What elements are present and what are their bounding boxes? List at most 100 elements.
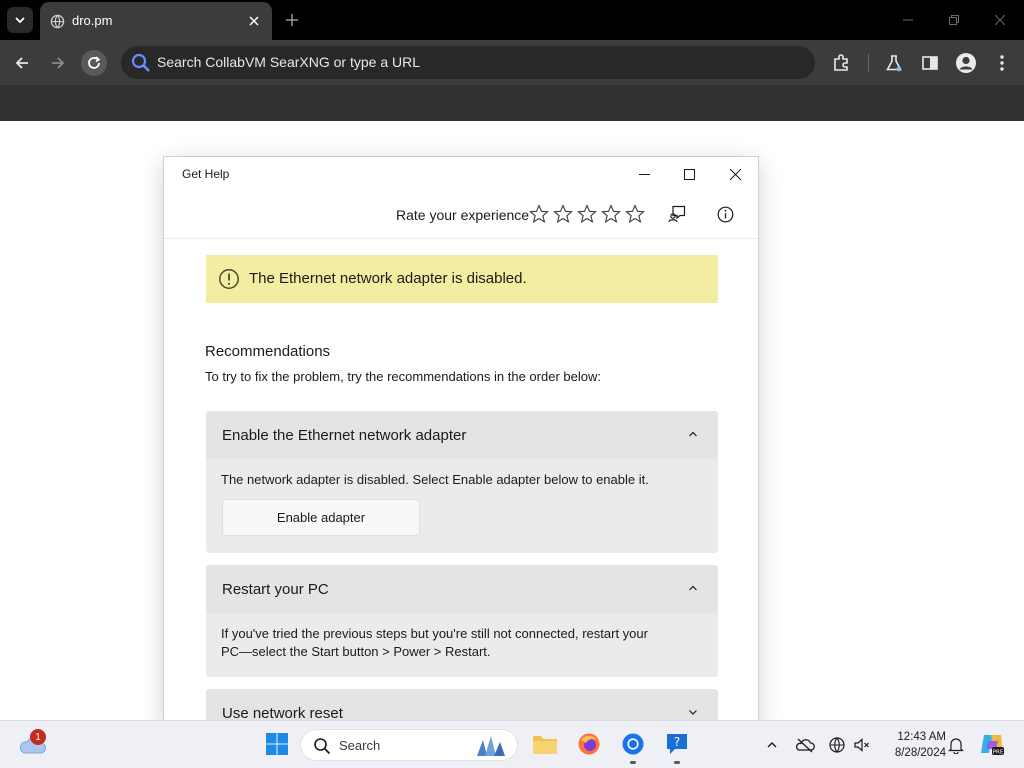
back-arrow-icon [15, 57, 28, 69]
close-icon [249, 16, 259, 26]
status-banner: The Ethernet network adapter is disabled… [206, 255, 718, 303]
chrome-running-indicator [630, 761, 636, 764]
chrome-button[interactable] [618, 729, 648, 759]
firefox-button[interactable] [574, 729, 604, 759]
card-title: Restart your PC [222, 581, 329, 598]
windows-logo-icon [266, 733, 288, 755]
side-panel-button[interactable] [918, 51, 942, 75]
restore-button[interactable] [944, 10, 964, 30]
new-tab-button[interactable] [282, 10, 302, 30]
show-hidden-icons-button[interactable] [762, 735, 782, 755]
volume-muted-icon [854, 738, 869, 752]
chevron-up-icon [689, 585, 697, 591]
file-explorer-button[interactable] [530, 729, 560, 759]
minimize-icon [903, 19, 913, 21]
minimize-button[interactable] [898, 10, 918, 30]
search-icon [131, 53, 150, 72]
clock[interactable]: 12:43 AM 8/28/2024 [880, 729, 946, 761]
back-button[interactable] [9, 50, 35, 76]
browser-tab[interactable]: dro.pm [40, 2, 272, 40]
recommendations-heading: Recommendations [205, 343, 331, 360]
taskbar-search[interactable]: Search [300, 729, 518, 761]
recommendation-card-restart-pc: Restart your PC If you've tried the prev… [206, 565, 718, 677]
recommendation-card-enable-adapter: Enable the Ethernet network adapter The … [206, 411, 718, 553]
star-3-icon[interactable] [577, 204, 597, 224]
info-button[interactable] [714, 203, 736, 225]
warning-circle-icon [219, 269, 239, 289]
profile-button[interactable] [954, 51, 978, 75]
bookmarks-bar-area [0, 85, 1024, 121]
feedback-button[interactable] [666, 203, 688, 225]
star-5-icon[interactable] [625, 204, 645, 224]
tab-close-button[interactable] [244, 11, 264, 31]
chevron-down-icon [15, 17, 25, 24]
feedback-icon [668, 205, 686, 223]
globe-icon [50, 14, 65, 29]
clock-time: 12:43 AM [897, 731, 946, 743]
taskbar-search-label: Search [339, 738, 381, 753]
rate-experience-label: Rate your experience [396, 207, 530, 223]
notification-badge: 1 [30, 729, 46, 745]
get-help-icon: ? [667, 734, 687, 754]
get-help-window: Get Help Rate your experience The Ethern… [163, 156, 759, 726]
close-icon [995, 15, 1005, 25]
card-header[interactable]: Enable the Ethernet network adapter [206, 411, 718, 459]
info-icon [717, 206, 733, 222]
close-icon [729, 168, 741, 180]
dialog-minimize-button[interactable] [633, 163, 655, 185]
side-panel-icon [922, 56, 938, 70]
reload-button[interactable] [81, 50, 107, 76]
star-2-icon[interactable] [553, 204, 573, 224]
puzzle-icon [834, 54, 848, 71]
minimize-icon [638, 173, 650, 175]
header-divider [164, 238, 758, 239]
forward-arrow-icon [52, 57, 65, 69]
close-window-button[interactable] [990, 10, 1010, 30]
tab-search-button[interactable] [7, 7, 33, 33]
volume-tray-button[interactable] [852, 735, 872, 755]
get-help-taskbar-button[interactable]: ? [662, 729, 692, 759]
browser-toolbar: Search CollabVM SearXNG or type a URL [0, 40, 1024, 85]
card-description-line-2: PC—select the Start button > Power > Res… [221, 644, 491, 659]
search-icon [314, 738, 331, 755]
browser-tabstrip: dro.pm [0, 0, 1024, 40]
start-button[interactable] [262, 729, 292, 759]
plus-icon [286, 14, 298, 26]
dialog-maximize-button[interactable] [678, 163, 700, 185]
restore-icon [949, 15, 959, 25]
search-highlight-icon [477, 736, 505, 756]
star-4-icon[interactable] [601, 204, 621, 224]
enable-adapter-button[interactable]: Enable adapter [222, 499, 420, 536]
forward-button[interactable] [45, 50, 71, 76]
address-bar[interactable]: Search CollabVM SearXNG or type a URL [121, 46, 815, 79]
window-title: Get Help [182, 167, 230, 181]
card-description: The network adapter is disabled. Select … [221, 472, 649, 487]
card-header[interactable]: Restart your PC [206, 565, 718, 613]
onedrive-tray-button[interactable] [795, 735, 815, 755]
card-description-line-1: If you've tried the previous steps but y… [221, 626, 648, 641]
flask-icon [886, 55, 902, 72]
copilot-button[interactable]: PRE [977, 729, 1007, 759]
chrome-icon [622, 733, 644, 755]
extensions-button[interactable] [829, 51, 853, 75]
folder-icon [533, 736, 557, 754]
avatar-icon [956, 53, 976, 73]
kebab-menu-icon [1000, 55, 1004, 71]
network-tray-button[interactable] [827, 735, 847, 755]
tab-title: dro.pm [72, 13, 113, 28]
star-1-icon[interactable] [529, 204, 549, 224]
chevron-down-icon [689, 710, 697, 715]
reload-icon [88, 56, 101, 69]
toolbar-separator [868, 54, 869, 72]
chevron-up-icon [689, 431, 697, 437]
address-bar-placeholder: Search CollabVM SearXNG or type a URL [157, 54, 420, 70]
svg-text:?: ? [674, 735, 680, 749]
menu-button[interactable] [990, 51, 1014, 75]
labs-button[interactable] [882, 51, 906, 75]
status-message: The Ethernet network adapter is disabled… [249, 270, 527, 287]
dialog-close-button[interactable] [724, 163, 746, 185]
card-title: Enable the Ethernet network adapter [222, 427, 467, 444]
bell-icon [948, 738, 964, 754]
notifications-button[interactable] [946, 735, 966, 755]
maximize-icon [683, 168, 695, 180]
